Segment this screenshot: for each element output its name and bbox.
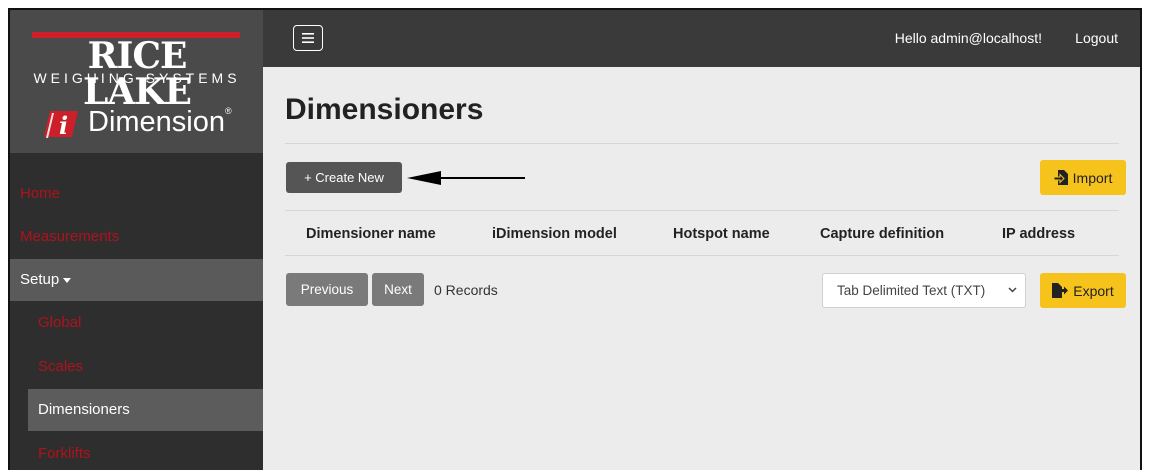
sidebar-item-label: Setup bbox=[20, 271, 60, 288]
column-header-dimensioner-name[interactable]: Dimensioner name bbox=[306, 226, 436, 242]
sidebar-item-setup[interactable]: Setup bbox=[10, 259, 263, 301]
divider bbox=[285, 255, 1119, 256]
create-new-button[interactable]: + Create New bbox=[286, 162, 402, 193]
brand-tagline: WEIGHING SYSTEMS bbox=[33, 70, 241, 86]
column-header-ip-address[interactable]: IP address bbox=[1002, 226, 1075, 242]
idimension-logo-icon: i bbox=[44, 111, 78, 140]
sidebar-item-label: Global bbox=[38, 314, 82, 331]
export-format-select[interactable]: Tab Delimited Text (TXT) bbox=[822, 273, 1026, 308]
user-greeting: Hello admin@localhost! bbox=[894, 30, 1042, 46]
registered-mark: ® bbox=[225, 106, 232, 116]
sidebar-item-label: Measurements bbox=[20, 228, 120, 245]
divider bbox=[285, 143, 1119, 144]
sidebar-item-label: Home bbox=[20, 185, 61, 202]
create-new-label: + Create New bbox=[304, 170, 384, 185]
sidebar-item-label: Dimensioners bbox=[38, 401, 130, 418]
caret-down-icon bbox=[63, 277, 72, 283]
export-format-value: Tab Delimited Text (TXT) bbox=[837, 283, 986, 298]
hamburger-icon bbox=[302, 33, 314, 43]
sidebar-item-scales[interactable]: Scales bbox=[10, 346, 263, 388]
sidebar-item-forklifts[interactable]: Forklifts bbox=[10, 433, 263, 470]
column-header-hotspot-name[interactable]: Hotspot name bbox=[673, 226, 770, 242]
import-label: Import bbox=[1072, 169, 1113, 186]
sidebar-item-home[interactable]: Home bbox=[10, 173, 263, 215]
sidebar-item-label: Forklifts bbox=[38, 445, 91, 462]
previous-label: Previous bbox=[300, 282, 354, 297]
sidebar-item-global[interactable]: Global bbox=[10, 302, 263, 344]
page-title: Dimensioners bbox=[285, 93, 484, 126]
previous-button[interactable]: Previous bbox=[286, 273, 368, 306]
sidebar: RICE LAKE WEIGHING SYSTEMS i Dimension® … bbox=[10, 10, 263, 470]
product-name-label: Dimension bbox=[88, 106, 225, 138]
export-label: Export bbox=[1073, 282, 1114, 299]
chevron-down-icon bbox=[1008, 287, 1017, 293]
file-import-icon bbox=[1053, 170, 1068, 185]
column-header-idimension-model[interactable]: iDimension model bbox=[492, 226, 617, 242]
import-button[interactable]: Import bbox=[1040, 160, 1126, 195]
sidebar-item-label: Scales bbox=[38, 358, 84, 375]
sidebar-item-dimensioners[interactable]: Dimensioners bbox=[28, 389, 263, 431]
record-count: 0 Records bbox=[434, 282, 498, 298]
app-window: RICE LAKE WEIGHING SYSTEMS i Dimension® … bbox=[8, 8, 1142, 470]
next-label: Next bbox=[384, 282, 412, 297]
product-name: Dimension® bbox=[88, 106, 232, 139]
logout-link[interactable]: Logout bbox=[1075, 30, 1118, 46]
sidebar-item-measurements[interactable]: Measurements bbox=[10, 216, 263, 258]
file-export-icon bbox=[1052, 283, 1069, 298]
idimension-logo-letter: i bbox=[59, 111, 68, 140]
next-button[interactable]: Next bbox=[372, 273, 424, 306]
column-header-capture-definition[interactable]: Capture definition bbox=[820, 226, 944, 242]
top-navbar: Hello admin@localhost! Logout bbox=[263, 10, 1140, 67]
menu-toggle-button[interactable] bbox=[293, 25, 323, 51]
export-button[interactable]: Export bbox=[1040, 273, 1126, 308]
arrow-left-icon bbox=[407, 171, 525, 185]
logo-block: RICE LAKE WEIGHING SYSTEMS i Dimension® bbox=[10, 10, 263, 153]
divider bbox=[285, 210, 1119, 211]
